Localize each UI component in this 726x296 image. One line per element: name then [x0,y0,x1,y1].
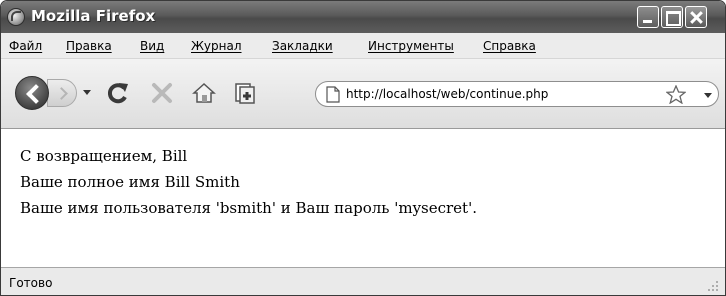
address-bar[interactable]: http://localhost/web/continue.php [315,81,719,107]
menu-history[interactable]: Журнал [191,39,242,53]
minimize-button[interactable] [637,6,659,28]
menu-bar: Файл Правка Вид Журнал Закладки Инструме… [1,33,725,59]
menu-file[interactable]: Файл [9,39,42,53]
full-name-line: Ваше полное имя Bill Smith [20,173,240,191]
home-icon[interactable] [191,80,217,106]
credentials-line: Ваше имя пользователя 'bsmith' и Ваш пар… [20,199,477,217]
menu-bookmarks[interactable]: Закладки [272,39,333,53]
star-icon[interactable] [666,85,686,104]
bookmark-page-icon[interactable] [233,80,259,106]
navigation-toolbar: http://localhost/web/continue.php [1,59,725,129]
title-bar[interactable]: Mozilla Firefox [1,1,725,33]
window-title: Mozilla Firefox [31,7,156,25]
menu-tools[interactable]: Инструменты [368,39,454,53]
history-dropdown-icon[interactable] [83,90,91,95]
close-button[interactable] [685,6,707,28]
menu-view[interactable]: Вид [140,39,164,53]
back-button[interactable] [15,76,49,110]
status-bar: Готово [1,267,725,295]
firefox-logo-icon [7,8,25,26]
url-dropdown-icon[interactable] [704,93,712,98]
page-content: С возвращением, Bill Ваше полное имя Bil… [1,129,725,267]
page-icon [326,86,340,103]
stop-icon[interactable] [149,80,175,106]
reload-icon[interactable] [105,80,131,106]
resize-grip-icon[interactable] [705,278,719,292]
status-text: Готово [9,276,53,290]
url-text[interactable]: http://localhost/web/continue.php [346,87,548,101]
forward-button[interactable] [47,79,77,107]
menu-help[interactable]: Справка [483,39,536,53]
menu-edit[interactable]: Правка [66,39,112,53]
browser-window: Mozilla Firefox Файл Правка Вид Журнал З… [0,0,726,296]
welcome-line: С возвращением, Bill [20,147,188,165]
maximize-button[interactable] [661,6,683,28]
